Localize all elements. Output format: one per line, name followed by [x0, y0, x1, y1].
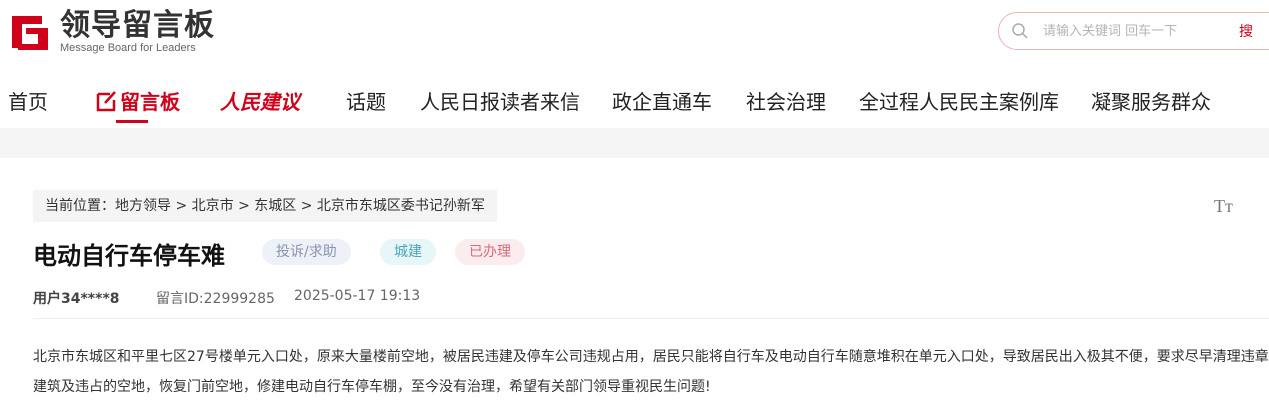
- divider: [33, 318, 1269, 319]
- search-icon: [1012, 23, 1028, 39]
- nav-readers-letters[interactable]: 人民日报读者来信: [420, 86, 580, 115]
- post-date: 2025-05-17 19:13: [294, 288, 421, 304]
- main-nav: 首页 留言板 人民建议 话题 人民日报读者来信 政企直通车 社会治理 全过程人民…: [0, 78, 1269, 128]
- search-button[interactable]: 搜: [1239, 21, 1253, 41]
- logo-icon: [12, 16, 48, 50]
- logo-title: 领导留言板: [60, 8, 215, 43]
- nav-serve-masses[interactable]: 凝聚服务群众: [1091, 86, 1211, 115]
- tag-status: 已办理: [455, 239, 525, 265]
- post-message-id: 留言ID:22999285: [156, 291, 275, 307]
- post-content: 北京市东城区和平里七区27号楼单元入口处，原来大量楼前空地，被居民违建及停车公司…: [33, 349, 1269, 395]
- nav-enterprise-express[interactable]: 政企直通车: [612, 86, 712, 115]
- active-nav-indicator: [116, 120, 148, 123]
- section-band: [0, 128, 1269, 158]
- search-box: 搜: [998, 12, 1269, 50]
- nav-topics[interactable]: 话题: [346, 86, 386, 115]
- nav-home[interactable]: 首页: [8, 86, 48, 115]
- header: 领导留言板 Message Board for Leaders 搜: [0, 0, 1269, 64]
- nav-message-board[interactable]: 留言板: [96, 86, 180, 115]
- font-size-icon[interactable]: Tт: [1214, 196, 1233, 217]
- tag-category: 城建: [380, 239, 436, 265]
- nav-people-suggestions[interactable]: 人民建议: [220, 86, 300, 115]
- logo-subtitle: Message Board for Leaders: [60, 42, 196, 54]
- nav-social-governance[interactable]: 社会治理: [746, 86, 826, 115]
- post-title: 电动自行车停车难: [33, 242, 225, 270]
- nav-democracy-cases[interactable]: 全过程人民民主案例库: [859, 86, 1059, 115]
- nav-message-board-label: 留言板: [120, 90, 180, 114]
- message-board-icon: [96, 90, 116, 111]
- logo[interactable]: 领导留言板 Message Board for Leaders: [8, 10, 215, 54]
- post-user: 用户34****8: [33, 291, 120, 307]
- tag-type: 投诉/求助: [262, 239, 351, 265]
- search-input[interactable]: [1041, 22, 1235, 40]
- breadcrumb[interactable]: 当前位置：地方领导 > 北京市 > 东城区 > 北京市东城区委书记孙新军: [33, 190, 497, 222]
